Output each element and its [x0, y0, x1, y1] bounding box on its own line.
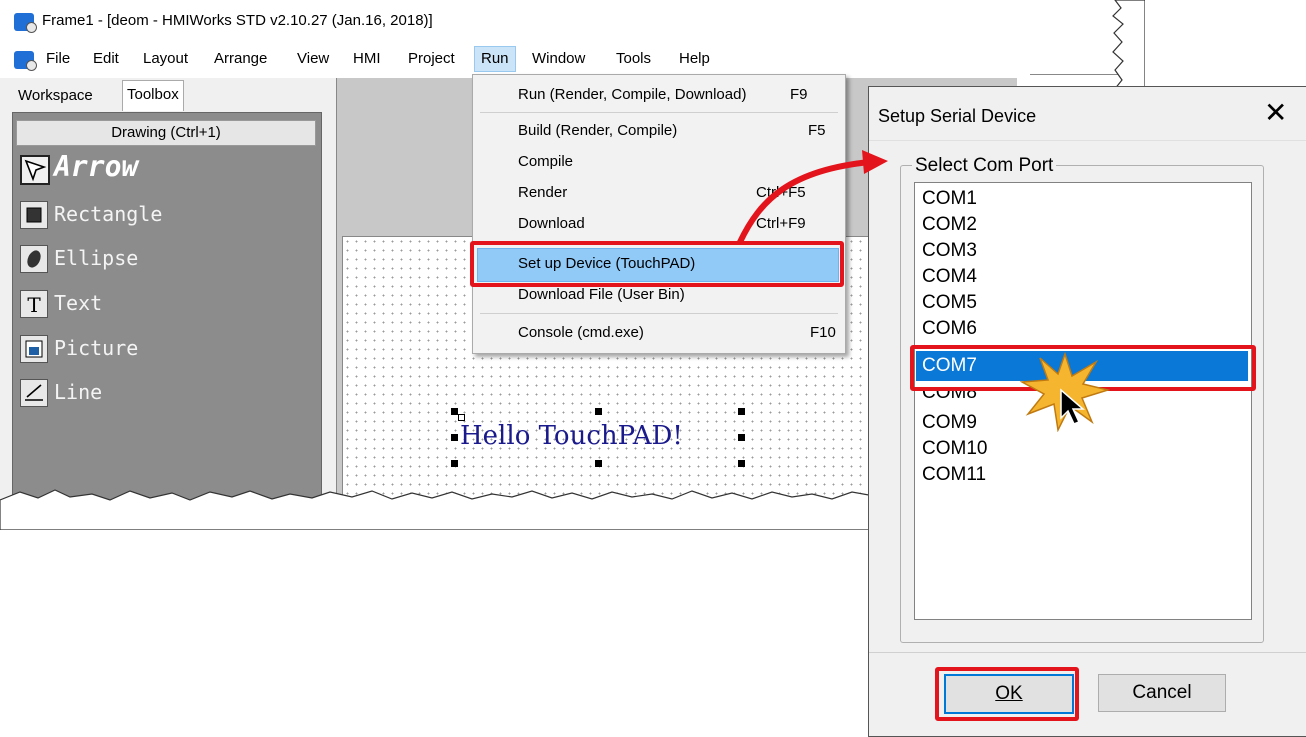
- list-item-com4[interactable]: COM4: [922, 266, 977, 288]
- tab-workspace[interactable]: Workspace: [14, 82, 97, 110]
- list-item-com10[interactable]: COM10: [922, 438, 987, 460]
- tool-line[interactable]: Line: [20, 376, 310, 410]
- list-item-com8[interactable]: COM8: [922, 390, 977, 404]
- tool-picture[interactable]: Picture: [20, 332, 310, 366]
- selection-handle[interactable]: [595, 408, 602, 415]
- shortcut-console: F10: [810, 324, 836, 341]
- text-tool-icon: T: [20, 290, 48, 318]
- anchor-handle[interactable]: [458, 414, 465, 421]
- menu-separator: [480, 112, 838, 113]
- app-icon: [14, 13, 37, 33]
- selection-handle[interactable]: [451, 460, 458, 467]
- torn-edge: [0, 489, 880, 530]
- menu-item-download-file[interactable]: Download File (User Bin): [518, 286, 685, 303]
- list-item-com9[interactable]: COM9: [922, 412, 977, 434]
- dialog-footer-separator: [869, 652, 1306, 653]
- menu-file[interactable]: File: [42, 50, 74, 67]
- menu-item-render[interactable]: Render: [518, 184, 567, 201]
- picture-tool-icon: [20, 335, 48, 363]
- highlight-box-ok: [935, 667, 1079, 721]
- list-item-com3[interactable]: COM3: [922, 240, 977, 262]
- menu-run[interactable]: Run: [474, 46, 516, 72]
- list-item-com11[interactable]: COM11: [922, 464, 986, 486]
- tool-text[interactable]: T Text: [20, 287, 310, 321]
- menu-item-compile[interactable]: Compile: [518, 153, 573, 170]
- toolbox-header[interactable]: Drawing (Ctrl+1): [16, 120, 316, 146]
- callout-arrow: [737, 150, 888, 245]
- rectangle-tool-icon: [20, 201, 48, 229]
- shortcut-run: F9: [790, 86, 808, 103]
- tool-ellipse[interactable]: Ellipse: [20, 242, 310, 276]
- canvas-text-object[interactable]: Hello TouchPAD!: [460, 421, 683, 451]
- tab-toolbox[interactable]: Toolbox: [122, 80, 184, 111]
- title-separator: [869, 140, 1306, 141]
- line-tool-icon: [20, 379, 48, 407]
- torn-edge-right: [1112, 0, 1145, 100]
- menu-view[interactable]: View: [293, 50, 333, 67]
- menu-item-console[interactable]: Console (cmd.exe): [518, 324, 644, 341]
- menu-tools[interactable]: Tools: [612, 50, 655, 67]
- selection-handle[interactable]: [451, 434, 458, 441]
- ellipse-tool-icon: [20, 245, 48, 273]
- arrow-tool-icon: [20, 155, 50, 185]
- selection-handle[interactable]: [738, 408, 745, 415]
- tool-label: Line: [54, 380, 103, 404]
- app-menu-icon[interactable]: [14, 51, 37, 71]
- list-item-com5[interactable]: COM5: [922, 292, 977, 314]
- menu-help[interactable]: Help: [675, 50, 714, 67]
- close-icon[interactable]: ✕: [1264, 96, 1287, 129]
- selection-handle[interactable]: [451, 408, 458, 415]
- selection-handle[interactable]: [738, 460, 745, 467]
- list-item-com6[interactable]: COM6: [922, 318, 977, 334]
- window-title: Frame1 - [deom - HMIWorks STD v2.10.27 (…: [42, 12, 433, 29]
- menu-edit[interactable]: Edit: [89, 50, 123, 67]
- shortcut-build: F5: [808, 122, 826, 139]
- tool-label: Text: [54, 291, 103, 315]
- list-item-com1[interactable]: COM1: [922, 188, 977, 210]
- menu-separator: [480, 313, 838, 314]
- selection-handle[interactable]: [595, 460, 602, 467]
- tool-rectangle[interactable]: Rectangle: [20, 198, 310, 232]
- menu-arrange[interactable]: Arrange: [210, 50, 271, 67]
- title-bar: Frame1 - [deom - HMIWorks STD v2.10.27 (…: [0, 0, 1125, 44]
- tool-label: Ellipse: [54, 246, 139, 270]
- tool-label: Picture: [54, 336, 139, 360]
- svg-text:T: T: [27, 293, 41, 317]
- cancel-label: Cancel: [1132, 682, 1192, 703]
- menu-item-run[interactable]: Run (Render, Compile, Download): [518, 86, 746, 103]
- list-item-com2[interactable]: COM2: [922, 214, 977, 236]
- tool-label: Arrow: [54, 150, 139, 183]
- dialog-title: Setup Serial Device: [878, 106, 1037, 126]
- menu-window[interactable]: Window: [528, 50, 589, 67]
- menu-hmi[interactable]: HMI: [349, 50, 385, 67]
- cancel-button[interactable]: Cancel: [1098, 674, 1226, 712]
- mouse-cursor-icon: [1060, 388, 1086, 425]
- selection-handle[interactable]: [738, 434, 745, 441]
- menu-item-download[interactable]: Download: [518, 215, 585, 232]
- tool-label: Rectangle: [54, 202, 163, 226]
- menu-project[interactable]: Project: [404, 50, 459, 67]
- tool-arrow[interactable]: Arrow: [20, 150, 310, 186]
- menu-layout[interactable]: Layout: [139, 50, 192, 67]
- menu-item-build[interactable]: Build (Render, Compile): [518, 122, 677, 139]
- group-label: Select Com Port: [912, 155, 1057, 177]
